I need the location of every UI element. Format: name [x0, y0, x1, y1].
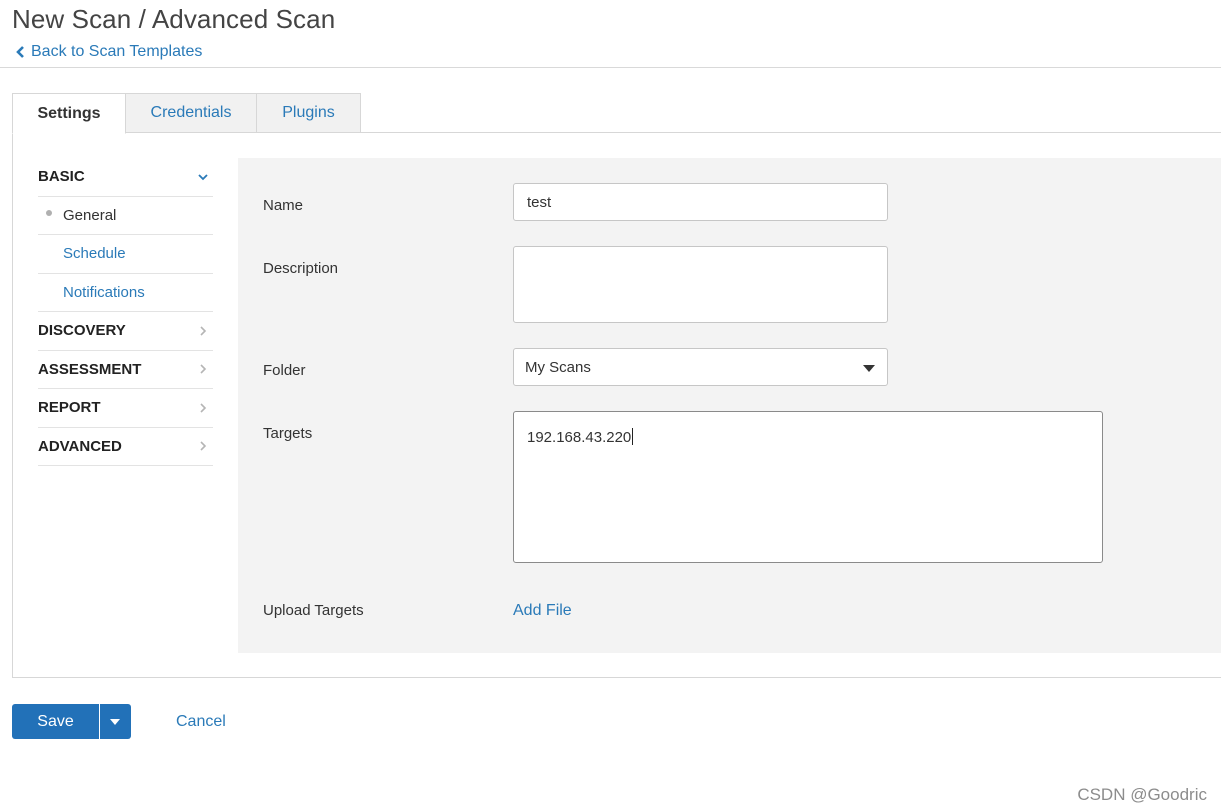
save-options-dropdown-button[interactable]	[100, 704, 131, 739]
chevron-right-icon	[200, 364, 207, 374]
sidebar-section-label: BASIC	[38, 168, 85, 186]
back-link[interactable]: Back to Scan Templates	[14, 43, 202, 61]
chevron-left-icon	[16, 46, 24, 58]
sidebar-section-label: ASSESSMENT	[38, 360, 142, 378]
chevron-down-icon	[198, 174, 208, 181]
text-cursor	[632, 428, 634, 445]
tab-settings[interactable]: Settings	[12, 93, 126, 134]
general-settings-form	[238, 158, 1221, 653]
back-link-label: Back to Scan Templates	[31, 43, 203, 60]
page-title: New Scan / Advanced Scan	[12, 4, 336, 34]
sidebar-section-assessment[interactable]: ASSESSMENT	[38, 351, 213, 389]
current-indicator-dot	[46, 210, 52, 217]
tab-credentials-label: Credentials	[150, 104, 232, 121]
watermark: CSDN @Goodric	[1077, 785, 1207, 804]
sidebar-section-report[interactable]: REPORT	[38, 389, 213, 428]
sidebar-section-label: DISCOVERY	[38, 322, 126, 340]
tab-plugins-label: Plugins	[282, 104, 335, 121]
folder-select[interactable]: My Scans	[513, 348, 888, 386]
tab-credentials[interactable]: Credentials	[125, 93, 257, 133]
settings-sidebar: BASIC General Schedule Notifications DIS…	[38, 158, 213, 466]
name-input[interactable]: test	[513, 183, 888, 221]
tab-plugins[interactable]: Plugins	[256, 93, 361, 133]
cancel-link[interactable]: Cancel	[176, 713, 226, 731]
chevron-right-icon	[200, 403, 207, 413]
sidebar-section-label: REPORT	[38, 399, 101, 417]
header-divider	[0, 67, 1221, 68]
name-label: Name	[263, 197, 304, 214]
sidebar-item-label: Schedule	[63, 245, 126, 263]
caret-down-icon	[110, 719, 120, 725]
folder-label: Folder	[263, 362, 306, 379]
folder-select-value: My Scans	[525, 359, 591, 376]
caret-down-icon	[863, 365, 875, 372]
save-button[interactable]: Save	[12, 704, 99, 739]
sidebar-item-notifications[interactable]: Notifications	[38, 274, 213, 312]
sidebar-section-label: ADVANCED	[38, 437, 122, 455]
description-textarea[interactable]	[513, 246, 888, 323]
sidebar-item-general[interactable]: General	[38, 197, 213, 235]
targets-label: Targets	[263, 425, 313, 442]
tab-settings-label: Settings	[37, 104, 101, 122]
sidebar-section-discovery[interactable]: DISCOVERY	[38, 312, 213, 351]
targets-textarea[interactable]: 192.168.43.220	[513, 411, 1103, 563]
sidebar-item-label: Notifications	[63, 283, 145, 301]
add-file-link[interactable]: Add File	[513, 602, 572, 620]
sidebar-section-basic[interactable]: BASIC	[38, 158, 213, 197]
sidebar-item-schedule[interactable]: Schedule	[38, 235, 213, 274]
sidebar-section-advanced[interactable]: ADVANCED	[38, 428, 213, 466]
description-label: Description	[263, 260, 339, 277]
targets-value: 192.168.43.220	[527, 429, 632, 446]
chevron-right-icon	[200, 326, 207, 336]
chevron-right-icon	[200, 441, 207, 451]
sidebar-item-label: General	[63, 206, 117, 224]
upload-targets-label: Upload Targets	[263, 602, 364, 619]
